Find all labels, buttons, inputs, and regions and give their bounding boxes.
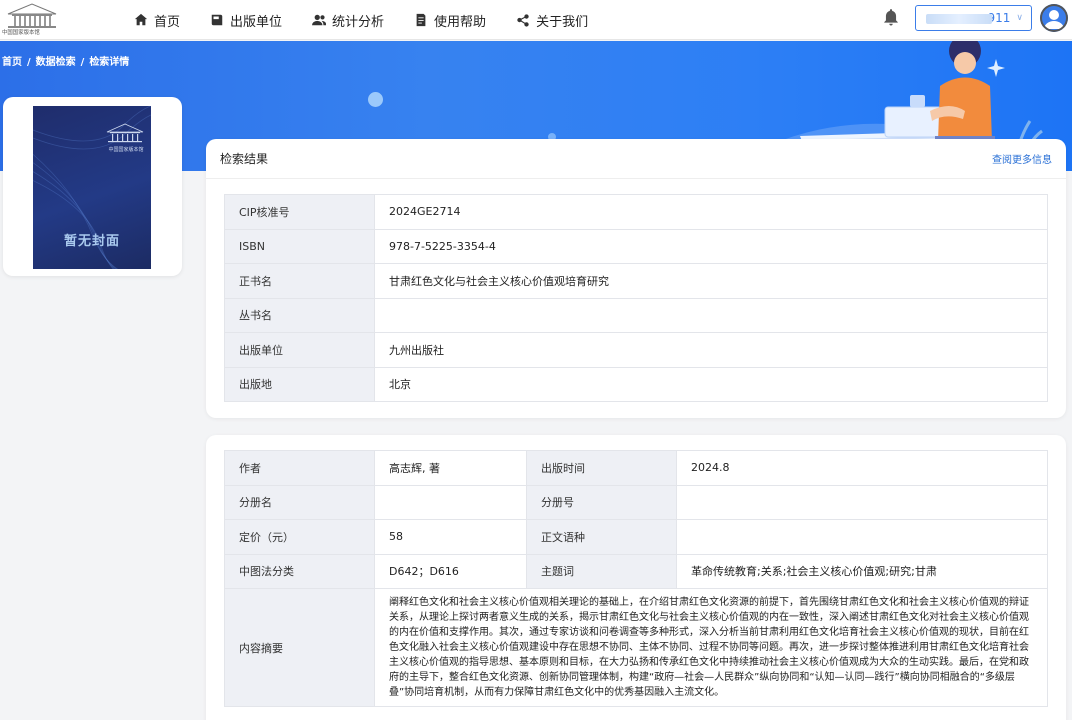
user-account-select[interactable]: 911 ∨ (915, 5, 1032, 31)
nav-help-label: 使用帮助 (434, 14, 487, 30)
field-label: 作者 (224, 450, 375, 486)
home-icon (134, 13, 148, 26)
field-label: 正书名 (224, 263, 375, 299)
top-nav-bar: 中国国家版本馆 首页 出版单位 统计分析 使用帮助 关于我们 911 ∨ (0, 0, 1072, 40)
book-icon (211, 14, 223, 26)
nav-statistics-label: 统计分析 (332, 14, 385, 30)
detail-info-table: 作者 高志辉, 著出版时间 2024.8 分册名 分册号 定价（元） 58 正文语种 中图法分类… (224, 450, 1048, 707)
table-row: 丛书名 (224, 297, 1048, 333)
field-value: 甘肃红色文化与社会主义核心价值观培育研究 (374, 263, 1048, 299)
field-label: 主题词 (526, 553, 677, 589)
table-row: 出版地 北京 (224, 366, 1048, 402)
breadcrumb-home[interactable]: 首页 (2, 57, 22, 68)
field-value: 58 (374, 519, 527, 555)
nav-about[interactable]: 关于我们 (516, 11, 588, 30)
field-value: 高志辉, 著 (374, 450, 527, 486)
field-label: 正文语种 (526, 519, 677, 555)
cover-card: 中国国家版本馆 暂无封面 (3, 97, 182, 276)
main-nav: 首页 出版单位 统计分析 使用帮助 关于我们 (134, 0, 618, 40)
field-label: 分册号 (526, 484, 677, 520)
field-label: 定价（元） (224, 519, 375, 555)
logo[interactable]: 中国国家版本馆 (2, 2, 62, 36)
field-label: 出版地 (224, 366, 375, 402)
nav-about-label: 关于我们 (536, 14, 589, 30)
table-row: 定价（元） 58 正文语种 (224, 519, 1048, 555)
table-row: CIP核准号 2024GE2714 (224, 194, 1048, 230)
abstract-text: 阐释红色文化和社会主义核心价值观相关理论的基础上，在介绍甘肃红色文化资源的前提下… (374, 588, 1048, 707)
field-label: 内容摘要 (224, 588, 375, 707)
nav-home[interactable]: 首页 (134, 11, 180, 30)
field-value (676, 484, 1048, 520)
basic-info-table: CIP核准号 2024GE2714 ISBN 978-7-5225-3354-4 正书名… (224, 194, 1048, 402)
table-row: ISBN 978-7-5225-3354-4 (224, 228, 1048, 264)
field-value: 北京 (374, 366, 1048, 402)
field-value: D642；D616 (374, 553, 527, 589)
museum-logo-icon (7, 3, 57, 28)
field-value (374, 484, 527, 520)
masked-username (926, 14, 992, 24)
nav-publishers[interactable]: 出版单位 (210, 11, 282, 30)
table-row: 中图法分类 D642；D616 主题词 革命传统教育;关系;社会主义核心价值观;研究;… (224, 553, 1048, 589)
notification-bell[interactable] (882, 8, 902, 28)
bell-icon (884, 9, 898, 26)
field-value: 2024.8 (676, 450, 1048, 486)
logo-text: 中国国家版本馆 (2, 29, 40, 36)
nav-help[interactable]: 使用帮助 (414, 11, 486, 30)
field-label: ISBN (224, 228, 375, 264)
cover-title: 暂无封面 (63, 234, 120, 249)
field-label: 中图法分类 (224, 553, 375, 589)
field-label: 出版时间 (526, 450, 677, 486)
share-icon (517, 14, 529, 27)
field-value (676, 519, 1048, 555)
field-value: 九州出版社 (374, 332, 1048, 368)
breadcrumb: 首页 / 数据检索 / 检索详情 (2, 57, 130, 68)
table-row: 出版单位 九州出版社 (224, 332, 1048, 368)
avatar[interactable] (1040, 4, 1068, 32)
table-row: 作者 高志辉, 著出版时间 2024.8 (224, 450, 1048, 486)
users-icon (312, 14, 327, 26)
detail-info-card: 作者 高志辉, 著出版时间 2024.8 分册名 分册号 定价（元） 58 正文语种 中图法分类… (206, 435, 1066, 720)
view-more-link[interactable]: 查阅更多信息 (992, 151, 1052, 166)
nav-publishers-label: 出版单位 (230, 14, 283, 30)
field-value: 2024GE2714 (374, 194, 1048, 230)
breadcrumb-current: 检索详情 (89, 57, 130, 68)
table-row: 正书名 甘肃红色文化与社会主义核心价值观培育研究 (224, 263, 1048, 299)
field-label: CIP核准号 (224, 194, 375, 230)
search-result-card: 检索结果 查阅更多信息 CIP核准号 2024GE2714 ISBN 978-7-52… (206, 139, 1066, 418)
nav-home-label: 首页 (154, 14, 181, 30)
field-label: 出版单位 (224, 332, 375, 368)
field-value: 978-7-5225-3354-4 (374, 228, 1048, 264)
user-avatar-icon (1040, 4, 1068, 32)
nav-statistics[interactable]: 统计分析 (312, 11, 384, 30)
field-label: 分册名 (224, 484, 375, 520)
card-title: 检索结果 (220, 152, 269, 166)
book-cover-placeholder: 中国国家版本馆 暂无封面 (33, 106, 151, 269)
card-header: 检索结果 查阅更多信息 (206, 139, 1066, 179)
cover-logo-text: 中国国家版本馆 (108, 147, 144, 153)
chevron-down-icon: ∨ (1016, 13, 1023, 23)
table-row: 内容摘要 阐释红色文化和社会主义核心价值观相关理论的基础上，在介绍甘肃红色文化资源… (224, 588, 1048, 707)
field-value: 革命传统教育;关系;社会主义核心价值观;研究;甘肃 (676, 553, 1048, 589)
field-value (374, 297, 1048, 333)
doc-icon (416, 13, 426, 27)
decorative-bubble (368, 92, 383, 107)
breadcrumb-search[interactable]: 数据检索 (36, 57, 76, 68)
field-label: 丛书名 (224, 297, 375, 333)
table-row: 分册名 分册号 (224, 484, 1048, 520)
